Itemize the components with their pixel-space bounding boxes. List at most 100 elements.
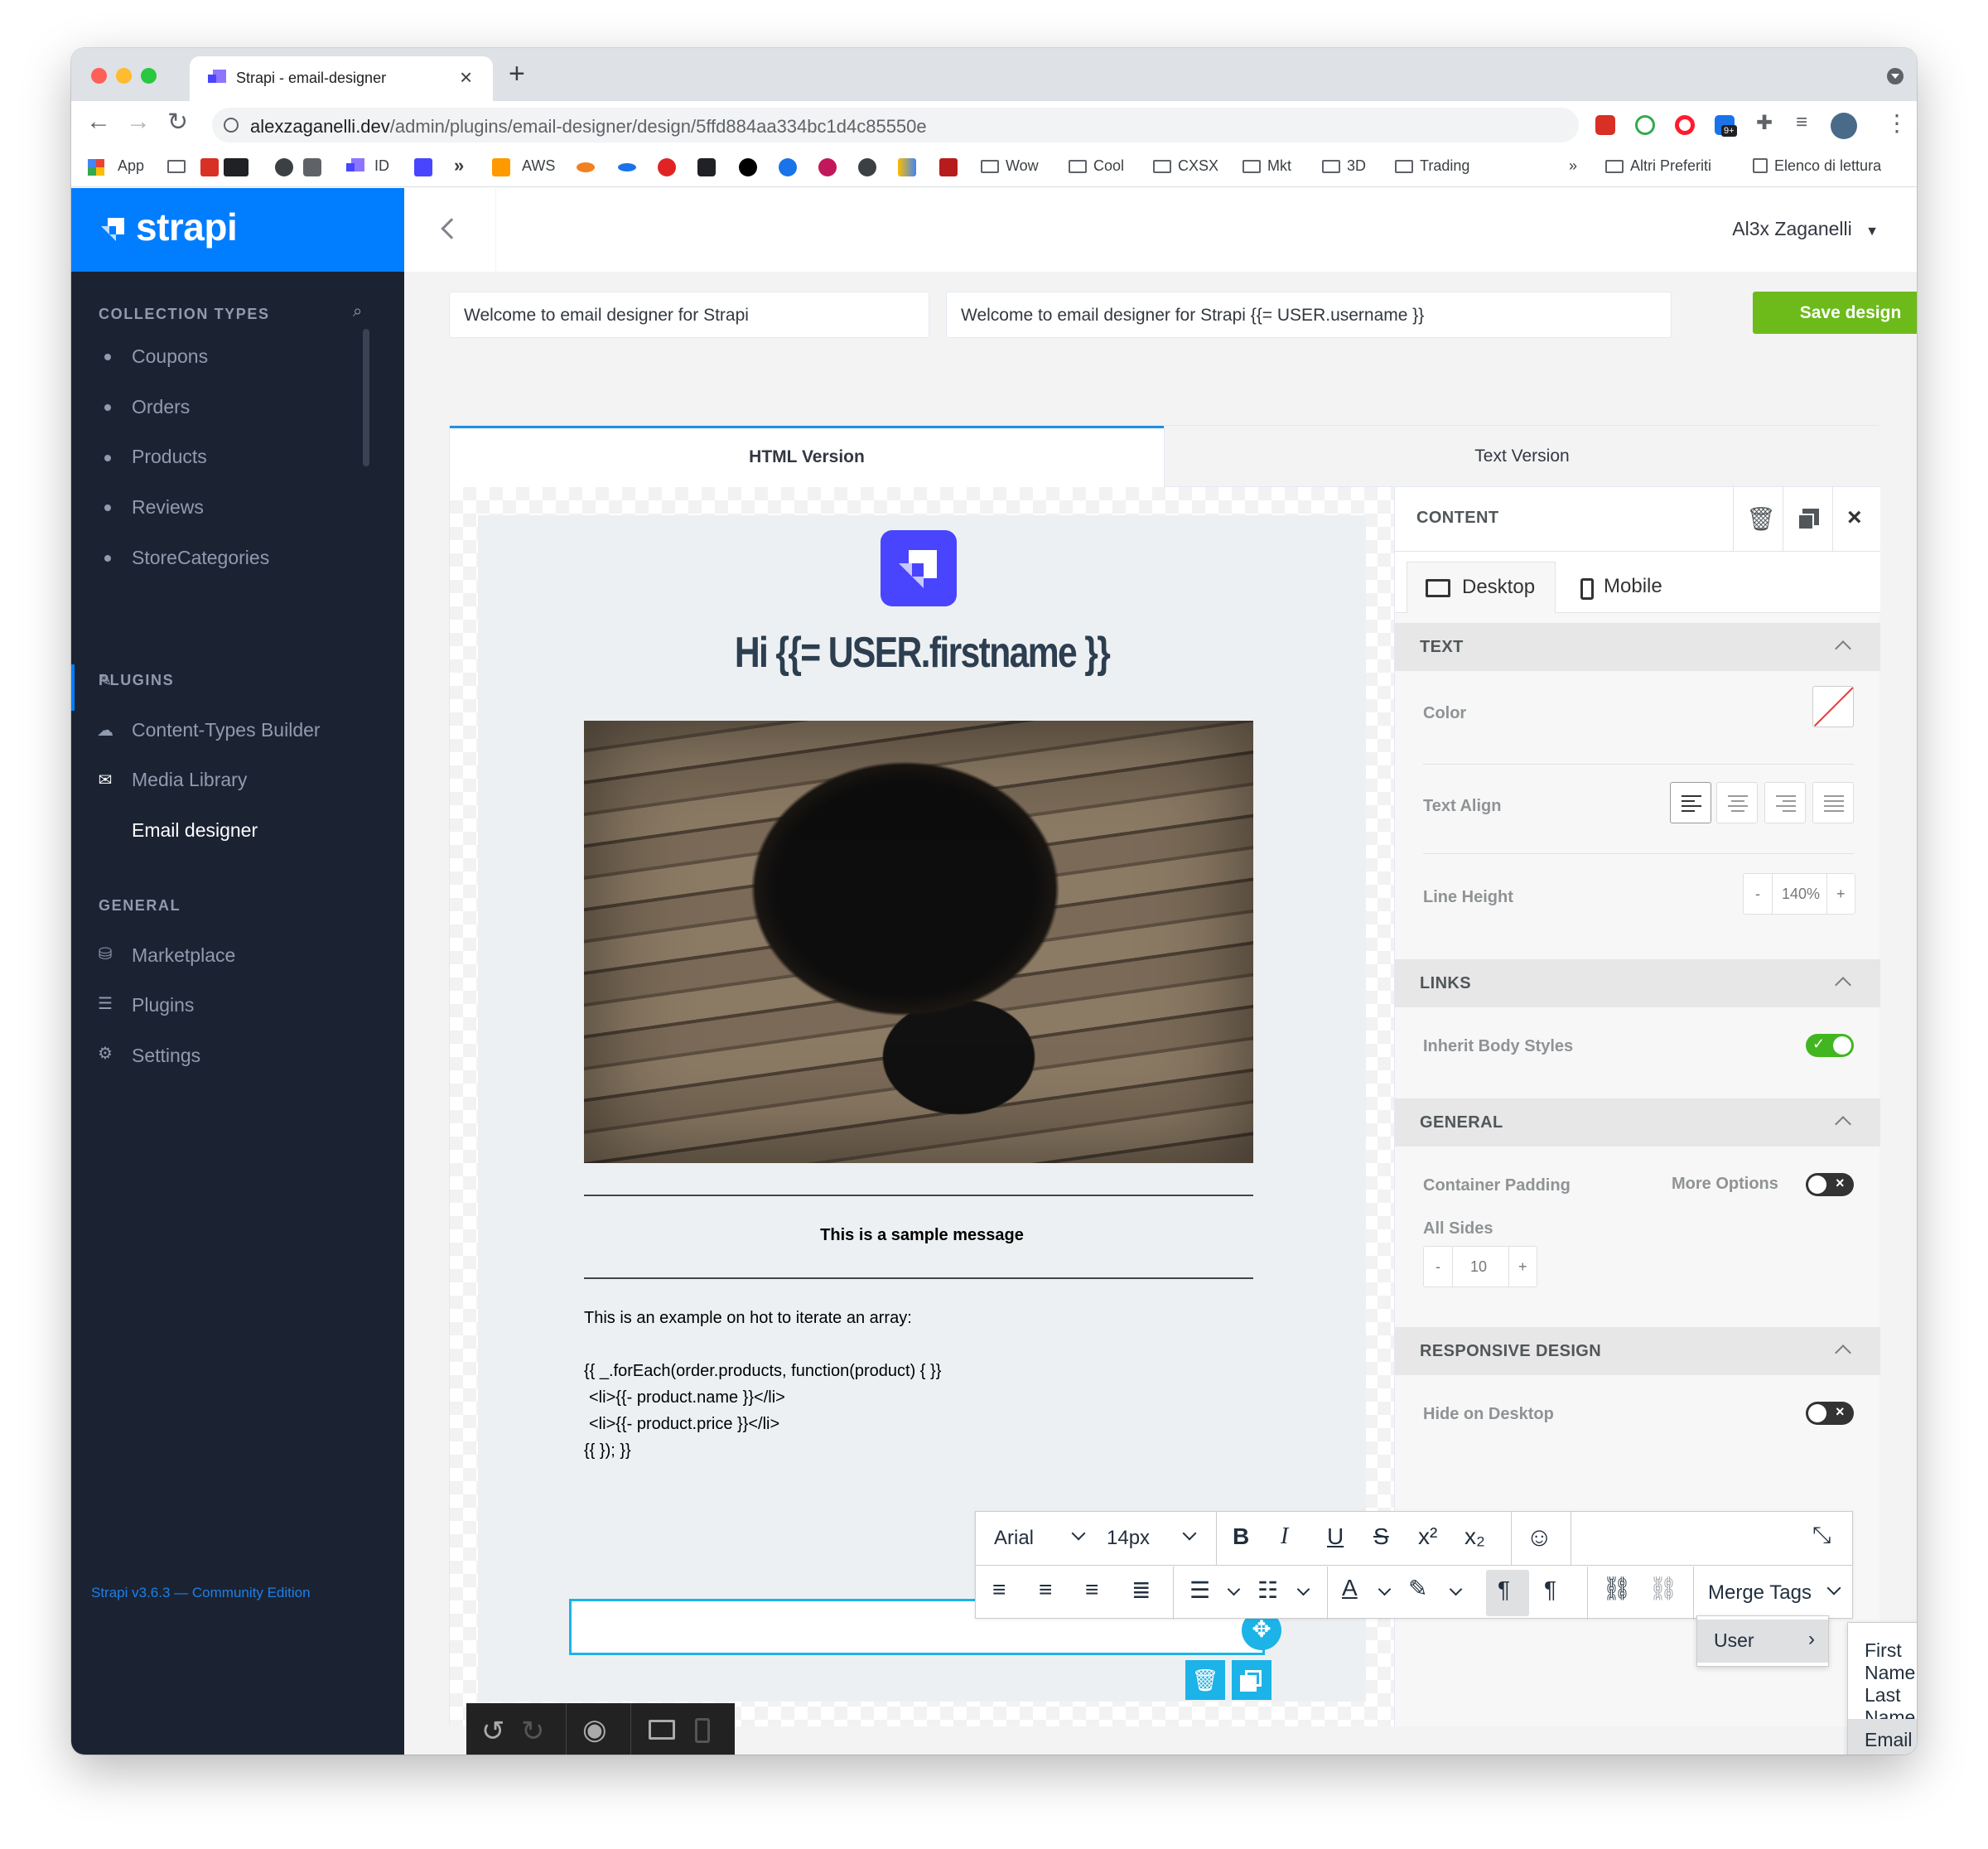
align-right-icon[interactable]: ≡ — [1085, 1576, 1098, 1603]
bookmarks-overflow[interactable]: » — [1569, 157, 1577, 175]
opera-icon[interactable] — [1675, 115, 1695, 135]
extension-blue-icon[interactable]: 9+ — [1715, 115, 1737, 137]
collapse-icon[interactable]: ⤡ — [1812, 1522, 1831, 1549]
sidebar-item-email-designer[interactable]: Email designer — [132, 819, 258, 842]
redo-icon[interactable]: ↻ — [521, 1715, 545, 1748]
code-line[interactable]: {{ _.forEach(order.products, function(pr… — [584, 1362, 941, 1381]
bookmark-cxsx[interactable]: CXSX — [1153, 157, 1218, 175]
color-swatch[interactable] — [1812, 686, 1854, 727]
line-height-stepper[interactable]: - 140% + — [1743, 873, 1855, 915]
sidebar-item-media-library[interactable]: Media Library — [132, 769, 247, 791]
save-design-button[interactable]: Save design — [1753, 292, 1917, 334]
tab-html-version[interactable]: HTML Version — [450, 426, 1164, 487]
italic-icon[interactable]: I — [1281, 1523, 1288, 1550]
tab-search-icon[interactable] — [1887, 68, 1904, 84]
bullet-list-icon[interactable]: ☰ — [1189, 1576, 1210, 1604]
aws-icon[interactable] — [492, 158, 510, 176]
sidebar-item-orders[interactable]: Orders — [132, 396, 190, 418]
sample-message[interactable]: This is a sample message — [478, 1226, 1366, 1245]
profile-avatar[interactable] — [1831, 113, 1857, 139]
sidebar-item-products[interactable]: Products — [132, 446, 207, 468]
sidebar-item-plugins[interactable]: Plugins — [132, 994, 194, 1016]
bookmark-apps[interactable]: App — [118, 157, 144, 175]
bookmark-gift-icon[interactable] — [939, 158, 958, 176]
inherit-body-styles-toggle[interactable]: ✓ — [1806, 1034, 1854, 1057]
bookmark-red-icon[interactable] — [200, 158, 219, 176]
padding-stepper[interactable]: - 10 + — [1423, 1246, 1537, 1287]
sidebar-scrollbar[interactable] — [363, 329, 369, 466]
tab-desktop[interactable]: Desktop — [1407, 562, 1556, 613]
section-text[interactable]: TEXT — [1395, 623, 1880, 671]
site-info-icon[interactable] — [224, 118, 239, 133]
align-left-icon[interactable]: ≡ — [992, 1576, 1006, 1603]
maximize-window-button[interactable] — [141, 68, 157, 84]
bold-icon[interactable]: B — [1233, 1523, 1249, 1550]
delete-block-icon[interactable]: 🗑 — [1185, 1660, 1225, 1700]
sidebar-item-settings[interactable]: Settings — [132, 1045, 200, 1067]
strikethrough-icon[interactable]: S — [1373, 1523, 1389, 1550]
font-size-select[interactable]: 14px — [1107, 1527, 1150, 1550]
back-chevron-icon[interactable] — [441, 218, 462, 239]
bookmark-id[interactable]: ID — [374, 157, 389, 175]
search-icon[interactable]: ⌕ — [353, 302, 362, 321]
undo-icon[interactable]: ↺ — [481, 1715, 505, 1748]
align-center-icon[interactable]: ≡ — [1039, 1576, 1052, 1603]
subscript-icon[interactable]: x₂ — [1464, 1523, 1485, 1550]
google-ads-icon[interactable] — [898, 158, 916, 176]
section-responsive[interactable]: RESPONSIVE DESIGN — [1395, 1327, 1880, 1375]
bookmark-black-icon[interactable] — [739, 158, 757, 176]
tab-text-version[interactable]: Text Version — [1164, 426, 1879, 487]
menu-item-first-name[interactable]: First Name — [1848, 1629, 1917, 1683]
align-right-button[interactable] — [1764, 782, 1806, 823]
align-justify-icon[interactable]: ≣ — [1132, 1576, 1151, 1604]
sidebar-item-marketplace[interactable]: Marketplace — [132, 944, 235, 967]
bookmark-aws[interactable]: AWS — [522, 157, 555, 175]
extension-green-icon[interactable] — [1635, 115, 1655, 135]
extension-red-icon[interactable] — [1595, 115, 1615, 135]
forward-arrow-icon[interactable]: → — [126, 108, 151, 136]
desktop-preview-icon[interactable] — [649, 1720, 675, 1740]
menu-item-email[interactable]: Email — [1848, 1719, 1917, 1755]
trash-icon[interactable]: 🗑 — [1746, 505, 1776, 533]
back-arrow-icon[interactable]: ← — [86, 108, 111, 136]
cloudflare-icon[interactable] — [577, 162, 595, 172]
code-line[interactable]: <li>{{- product.name }}</li> — [589, 1388, 785, 1407]
superscript-icon[interactable]: x² — [1418, 1523, 1437, 1550]
sidebar-item-storecategories[interactable]: StoreCategories — [132, 547, 269, 569]
section-links[interactable]: LINKS — [1395, 959, 1880, 1007]
mobile-preview-icon[interactable] — [695, 1718, 710, 1743]
stepper-plus[interactable]: + — [1518, 1258, 1527, 1276]
highlight-icon[interactable]: ✎ — [1408, 1575, 1427, 1602]
new-tab-button[interactable]: + — [509, 58, 525, 90]
close-window-button[interactable] — [91, 68, 107, 84]
bookmark-cool[interactable]: Cool — [1069, 157, 1124, 175]
tab-mobile[interactable]: Mobile — [1577, 562, 1685, 613]
unlink-icon[interactable]: ⛓ — [1648, 1575, 1678, 1602]
bookmark-trading[interactable]: Trading — [1395, 157, 1469, 175]
bookmark-redcircle-icon[interactable] — [658, 158, 676, 176]
emoji-icon[interactable]: ☺ — [1526, 1522, 1553, 1552]
brand-header[interactable]: strapi — [71, 188, 404, 272]
bookmark-other[interactable]: Altri Preferiti — [1605, 157, 1711, 175]
align-justify-button[interactable] — [1812, 782, 1854, 823]
bookmark-chevron[interactable]: » — [454, 155, 464, 176]
preview-eye-icon[interactable]: ◉ — [582, 1713, 607, 1746]
minimize-window-button[interactable] — [116, 68, 132, 84]
address-bar[interactable]: alexzaganelli.dev/admin/plugins/email-de… — [212, 108, 1579, 142]
bookmark-mkt[interactable]: Mkt — [1242, 157, 1291, 175]
tab-close-icon[interactable]: × — [460, 65, 472, 90]
menu-item-last-name[interactable]: Last Name — [1848, 1674, 1917, 1728]
bookmark-wow[interactable]: Wow — [981, 157, 1039, 175]
link-icon[interactable]: ⛓ — [1602, 1575, 1632, 1602]
bookmark-drive-icon[interactable] — [303, 158, 321, 176]
bookmark-c-icon[interactable] — [779, 158, 797, 176]
reading-list-icon[interactable]: ≡ — [1796, 111, 1807, 134]
menu-dots-icon[interactable]: ⋮ — [1885, 109, 1908, 137]
reading-list[interactable]: Elenco di lettura — [1753, 157, 1881, 175]
bookmark-3d[interactable]: 3D — [1322, 157, 1366, 175]
body-intro[interactable]: This is an example on hot to iterate an … — [584, 1309, 912, 1328]
email-heading[interactable]: Hi {{= USER.firstname }} — [557, 628, 1286, 678]
sidebar-item-content-types-builder[interactable]: Content-Types Builder — [132, 719, 321, 741]
bookmark-globe2-icon[interactable] — [858, 158, 876, 176]
duplicate-block-icon[interactable] — [1232, 1660, 1271, 1700]
